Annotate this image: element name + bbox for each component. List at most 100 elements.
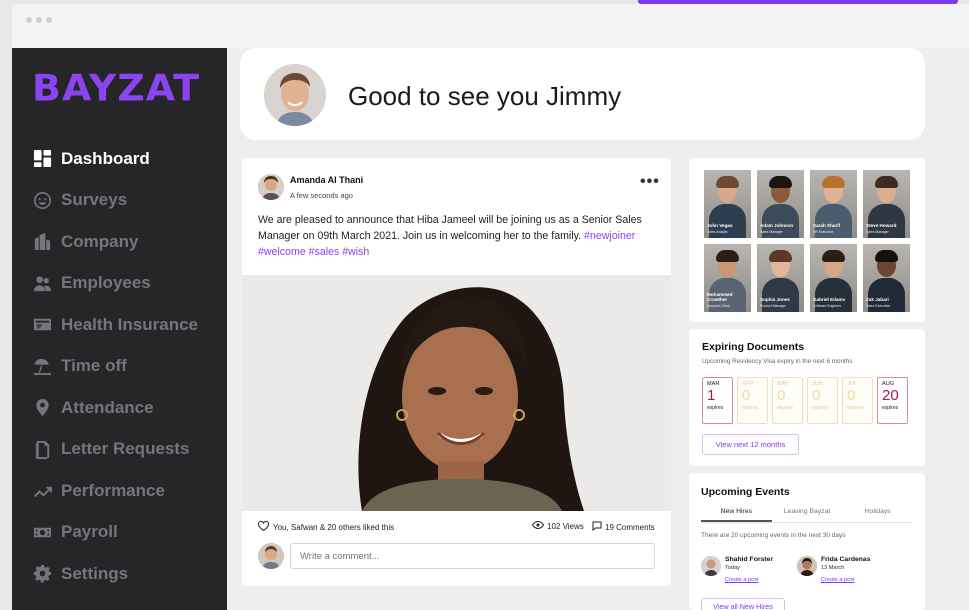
expiry-count: 0 (847, 387, 856, 404)
event-date: Today (725, 565, 740, 571)
team-member-card[interactable]: John Vegas Sales Analyst (704, 170, 751, 238)
team-member-name: Zak Jabari (866, 297, 889, 302)
event-item: Shahid Forster Today Create a post (701, 556, 773, 583)
month-tile[interactable]: MAY 0 expires (772, 377, 803, 424)
sidebar-item-label: Employees (61, 273, 151, 293)
company-icon (32, 232, 52, 252)
view-next-12-months-button[interactable]: View next 12 months (702, 434, 799, 455)
sidebar-item-settings[interactable]: Settings (32, 553, 198, 595)
event-name: Frida Cardenas (821, 556, 871, 563)
team-member-card[interactable]: Sophia Jones Product Manager (757, 244, 804, 312)
comments-text: 19 Comments (605, 522, 655, 532)
greeting-text: Good to see you Jimmy (348, 81, 622, 111)
sidebar-item-performance[interactable]: Performance (32, 470, 198, 512)
post-photo[interactable] (242, 275, 671, 511)
event-name: Shahid Forster (725, 556, 773, 563)
view-all-new-hires-button[interactable]: View all New Hires (701, 598, 785, 610)
team-member-role: Accounts Clerk (707, 304, 730, 308)
expiry-label: expires (882, 405, 899, 411)
sidebar-item-label: Dashboard (61, 148, 150, 168)
sidebar: BAYZAT Dashboard Surveys Company Employe… (12, 48, 227, 610)
team-member-card[interactable]: Mohammed Crowther Accounts Clerk (704, 244, 751, 312)
views-text: 102 Views (547, 521, 584, 531)
greeting-card: Good to see you Jimmy (240, 48, 925, 140)
events-title: Upcoming Events (701, 486, 790, 498)
app-window: BAYZAT Dashboard Surveys Company Employe… (12, 4, 969, 610)
sidebar-item-label: Time off (61, 356, 127, 376)
sidebar-item-time-off[interactable]: Time off (32, 346, 198, 388)
team-member-name: Adam Johnson (760, 223, 794, 228)
sidebar-nav: Dashboard Surveys Company Employees Heal… (32, 138, 198, 595)
commenter-avatar (258, 543, 284, 569)
month-tile[interactable]: MAR 1 expires (702, 377, 733, 424)
smiley-icon (32, 190, 52, 210)
post-comments[interactable]: 19 Comments (592, 521, 655, 533)
sidebar-item-payroll[interactable]: Payroll (32, 512, 198, 554)
dashboard-icon (32, 149, 52, 169)
cash-icon (32, 522, 52, 542)
team-member-card[interactable]: Gabriel Edams Software Engineer (810, 244, 857, 312)
post-likes[interactable]: You, Safwan & 20 others liked this (258, 520, 394, 533)
gear-icon (32, 564, 52, 584)
sidebar-item-letter-requests[interactable]: Letter Requests (32, 429, 198, 471)
team-member-name: Mohammed Crowther (707, 292, 733, 302)
create-post-link[interactable]: Create a post (725, 577, 773, 583)
sidebar-item-dashboard[interactable]: Dashboard (32, 138, 198, 180)
post-author-avatar[interactable] (258, 174, 284, 200)
expiry-count: 0 (742, 387, 751, 404)
window-titlebar (12, 4, 969, 48)
sidebar-item-surveys[interactable]: Surveys (32, 180, 198, 222)
beach-umbrella-icon (32, 356, 52, 376)
sidebar-item-health-insurance[interactable]: Health Insurance (32, 304, 198, 346)
sidebar-item-label: Company (61, 231, 139, 251)
events-tabs: New Hires Leaving Bayzat Holidays (701, 505, 913, 523)
team-member-role: Product Manager (760, 304, 787, 308)
sidebar-item-employees[interactable]: Employees (32, 263, 198, 305)
window-controls[interactable] (26, 17, 52, 23)
expiry-label: expires (777, 405, 794, 411)
team-member-card[interactable]: Sarah Sharif HR Executive (810, 170, 857, 238)
heart-icon (258, 520, 269, 533)
team-panel: John Vegas Sales Analyst Adam Johnson Sales… (689, 158, 925, 322)
create-post-link[interactable]: Create a post (821, 577, 870, 583)
documents-title: Expiring Documents (702, 341, 805, 353)
month-tile[interactable]: AUG 20 expires (877, 377, 908, 424)
upcoming-events-card: Upcoming Events New Hires Leaving Bayzat… (689, 473, 925, 610)
sidebar-item-company[interactable]: Company (32, 221, 198, 263)
tab-leaving-bayzat[interactable]: Leaving Bayzat (772, 505, 843, 522)
document-icon (32, 439, 52, 459)
sidebar-item-attendance[interactable]: Attendance (32, 387, 198, 429)
feed-post: Amanda Al Thani A few seconds ago ••• We… (242, 158, 671, 586)
more-options-icon[interactable]: ••• (640, 173, 660, 191)
expiry-label: expires (707, 405, 724, 411)
team-member-role: Software Engineer (813, 304, 841, 308)
event-avatar (797, 556, 817, 576)
comment-icon (592, 521, 602, 533)
sidebar-item-label: Surveys (61, 190, 128, 210)
brand-logo[interactable]: BAYZAT (32, 67, 200, 109)
user-avatar[interactable] (264, 64, 326, 126)
comment-input[interactable] (290, 543, 655, 569)
post-body: We are pleased to announce that Hiba Jam… (258, 212, 658, 260)
event-avatar (701, 556, 721, 576)
team-member-card[interactable]: Adam Johnson Sales Manager (757, 170, 804, 238)
sidebar-item-label: Letter Requests (61, 439, 190, 459)
tab-new-hires[interactable]: New Hires (701, 505, 772, 522)
team-member-card[interactable]: Steve Howard Sales Manager (863, 170, 910, 238)
month-tile[interactable]: APR 0 expires (737, 377, 768, 424)
eye-icon (531, 520, 545, 531)
expiry-count: 20 (882, 387, 899, 404)
tab-holidays[interactable]: Holidays (842, 505, 913, 522)
expiry-label: expires (847, 405, 864, 411)
team-member-role: Sales Analyst (707, 230, 728, 234)
team-member-role: Sales Manager (760, 230, 783, 234)
expiry-label: expires (812, 405, 829, 411)
post-author-name[interactable]: Amanda Al Thani (290, 175, 363, 185)
post-views: 102 Views (531, 520, 584, 531)
team-member-name: Sarah Sharif (813, 223, 841, 228)
event-item: Frida Cardenas 13 March Create a post (797, 556, 870, 583)
month-tile[interactable]: JUN 0 expires (807, 377, 838, 424)
expiring-documents-card: Expiring Documents Upcoming Residency Vi… (689, 329, 925, 466)
month-tile[interactable]: JUL 0 expires (842, 377, 873, 424)
team-member-card[interactable]: Zak Jabari Sales Executive (863, 244, 910, 312)
